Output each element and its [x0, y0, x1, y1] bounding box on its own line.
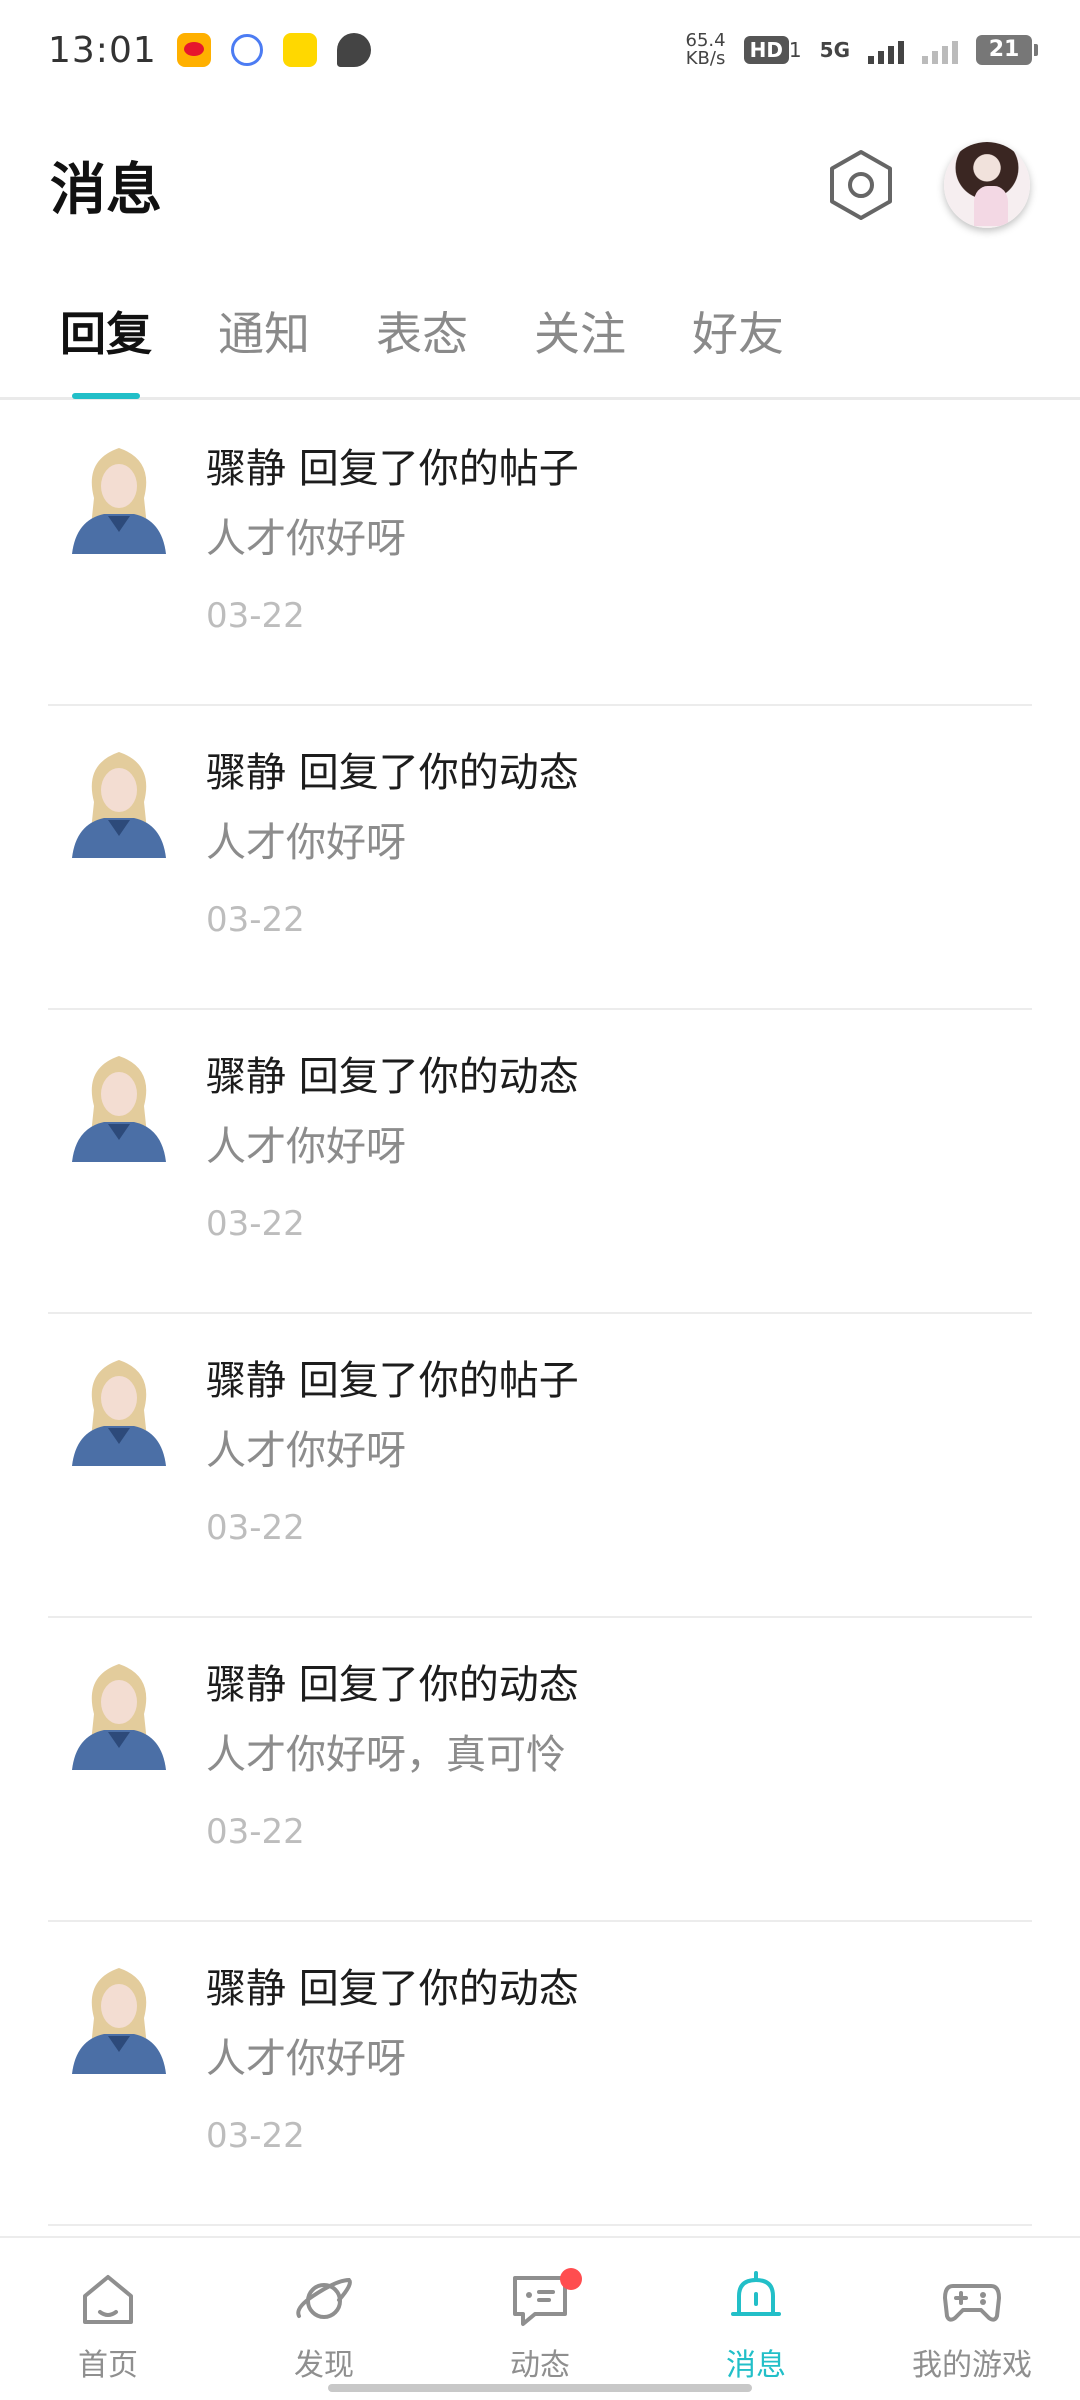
sender-avatar[interactable]: [64, 744, 174, 858]
nav-messages[interactable]: 消息: [648, 2238, 864, 2384]
page-title: 消息: [50, 157, 162, 223]
header-actions: [824, 142, 1030, 228]
signal-strength-icon: [868, 36, 904, 64]
user-avatar-button[interactable]: [944, 142, 1030, 228]
message-title: 骤静 回复了你的帖子: [206, 1358, 579, 1404]
sender-avatar[interactable]: [64, 1048, 174, 1162]
list-item[interactable]: 骤静 回复了你的动态 人才你好呀 03-22: [48, 706, 1032, 1010]
message-notification-icon: [336, 33, 371, 67]
message-tabs: 回复 通知 表态 关注 好友: [0, 270, 1080, 400]
sender-avatar[interactable]: [64, 440, 174, 554]
screen: 13:01 65.4 KB/s HD 1 5G 21 消息 回复 通知 表态 关…: [0, 0, 1080, 2400]
nav-home[interactable]: 首页: [0, 2238, 216, 2384]
message-date: 03-22: [206, 596, 305, 636]
settings-hexagon-icon: [830, 150, 892, 220]
message-content: 人才你好呀: [206, 516, 406, 562]
list-item[interactable]: 骤静 回复了你的动态 人才你好呀 03-22: [48, 1922, 1032, 2226]
nav-discover-label: 发现: [294, 2348, 354, 2383]
tab-follow[interactable]: 关注: [534, 269, 626, 399]
settings-button[interactable]: [824, 148, 898, 222]
nav-messages-label: 消息: [726, 2348, 786, 2383]
hd-sub-label: 1: [788, 38, 802, 62]
tab-reaction[interactable]: 表态: [376, 269, 468, 399]
home-icon: [83, 2275, 133, 2324]
list-item[interactable]: 骤静 回复了你的动态 人才你好呀 03-22: [48, 1010, 1032, 1314]
list-item[interactable]: 骤静 回复了你的动态 人才你好呀，真可怜 03-22: [48, 1618, 1032, 1922]
nav-feed-label: 动态: [510, 2348, 570, 2383]
cloud-notification-icon: [230, 34, 263, 66]
list-item[interactable]: 骤静 回复了你的帖子 人才你好呀 03-22: [48, 402, 1032, 706]
message-content: 人才你好呀，真可怜: [206, 1732, 566, 1778]
sender-avatar[interactable]: [64, 1960, 174, 2074]
status-bar: 13:01 65.4 KB/s HD 1 5G 21: [0, 0, 1080, 100]
list-item[interactable]: 骤静 回复了你的帖子 人才你好呀 03-22: [48, 1314, 1032, 1618]
network-speed-unit: KB/s: [685, 48, 726, 69]
message-title: 骤静 回复了你的动态: [206, 750, 579, 796]
message-content: 人才你好呀: [206, 820, 406, 866]
bottom-navigation: 首页 发现 动态 消息 我的游戏: [0, 2236, 1080, 2400]
nav-feed[interactable]: 动态: [432, 2238, 648, 2384]
reply-list: 骤静 回复了你的帖子 人才你好呀 03-22 骤静 回复了你的动态 人才你好呀 …: [0, 402, 1080, 2226]
message-date: 03-22: [206, 1204, 305, 1244]
hd-indicator: HD 1: [743, 36, 802, 64]
message-content: 人才你好呀: [206, 1124, 406, 1170]
feed-badge-dot: [560, 2268, 582, 2290]
network-type-label: 5G: [819, 38, 850, 62]
nav-discover[interactable]: 发现: [216, 2238, 432, 2384]
clock-text: 13:01: [48, 29, 157, 71]
secondary-signal-icon: [922, 36, 958, 64]
status-bar-right: 65.4 KB/s HD 1 5G 21: [686, 32, 1038, 68]
planet-icon: [296, 2277, 352, 2319]
message-title: 骤静 回复了你的帖子: [206, 446, 579, 492]
message-date: 03-22: [206, 1812, 305, 1852]
sender-avatar[interactable]: [64, 1656, 174, 1770]
app-notification-icon: [282, 33, 317, 67]
message-title: 骤静 回复了你的动态: [206, 1054, 579, 1100]
message-title: 骤静 回复了你的动态: [206, 1966, 579, 2012]
network-speed: 65.4 KB/s: [686, 32, 726, 68]
sender-avatar[interactable]: [64, 1352, 174, 1466]
tab-reply[interactable]: 回复: [60, 269, 152, 399]
hd-badge: HD: [743, 36, 789, 64]
page-header: 消息: [0, 120, 1080, 250]
message-content: 人才你好呀: [206, 1428, 406, 1474]
bell-icon: [731, 2271, 781, 2316]
message-title: 骤静 回复了你的动态: [206, 1662, 579, 1708]
tab-notification[interactable]: 通知: [218, 269, 310, 399]
weibo-notification-icon: [176, 33, 211, 67]
message-date: 03-22: [206, 1508, 305, 1548]
message-date: 03-22: [206, 2116, 305, 2156]
battery-icon: 21: [976, 35, 1038, 65]
status-bar-left: 13:01: [48, 30, 371, 71]
gamepad-icon: [943, 2284, 1001, 2322]
tab-friends[interactable]: 好友: [692, 269, 784, 399]
message-content: 人才你好呀: [206, 2036, 406, 2082]
home-indicator[interactable]: [328, 2384, 752, 2392]
message-date: 03-22: [206, 900, 305, 940]
nav-my-games[interactable]: 我的游戏: [864, 2238, 1080, 2384]
nav-home-label: 首页: [78, 2348, 138, 2383]
nav-my-games-label: 我的游戏: [912, 2348, 1032, 2383]
